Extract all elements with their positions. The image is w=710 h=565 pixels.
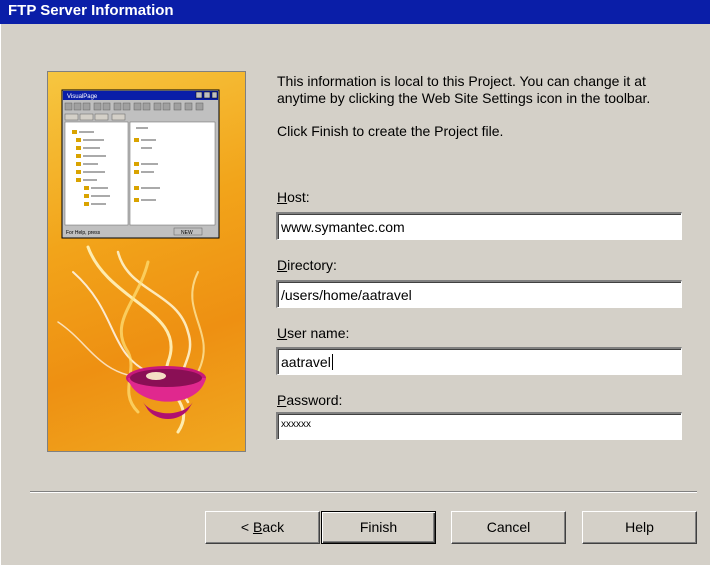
directory-label: Directory:	[277, 257, 337, 273]
mini-status-mode: NEW	[181, 230, 193, 236]
description-paragraph-info: This information is local to this Projec…	[277, 73, 651, 106]
description-text: This information is local to this Projec…	[277, 73, 697, 140]
finish-button[interactable]: Finish	[321, 511, 436, 544]
mini-status-text: For Help, press	[66, 230, 101, 236]
mini-app-title: VisualPage	[67, 94, 98, 100]
password-label: Password:	[277, 392, 343, 408]
cancel-button[interactable]: Cancel	[451, 511, 566, 544]
help-button[interactable]: Help	[582, 511, 697, 544]
username-label: User name:	[277, 325, 350, 341]
illustration-graphic: VisualPage For Help, press NEW	[57, 89, 220, 434]
host-label: Host:	[277, 189, 310, 205]
wizard-illustration: VisualPage For Help, press NEW	[47, 71, 246, 452]
back-button[interactable]: < Back	[205, 511, 320, 544]
window-title: FTP Server Information	[0, 0, 710, 24]
username-input[interactable]: aatravel	[276, 347, 682, 375]
description-paragraph-finish: Click Finish to create the Project file.	[277, 123, 504, 139]
text-caret	[331, 354, 333, 370]
directory-input[interactable]: /users/home/aatravel	[276, 280, 682, 308]
button-separator	[30, 491, 697, 493]
host-input[interactable]: www.symantec.com	[276, 212, 682, 240]
username-value: aatravel	[281, 354, 331, 370]
password-input[interactable]: xxxxxx	[276, 412, 682, 440]
